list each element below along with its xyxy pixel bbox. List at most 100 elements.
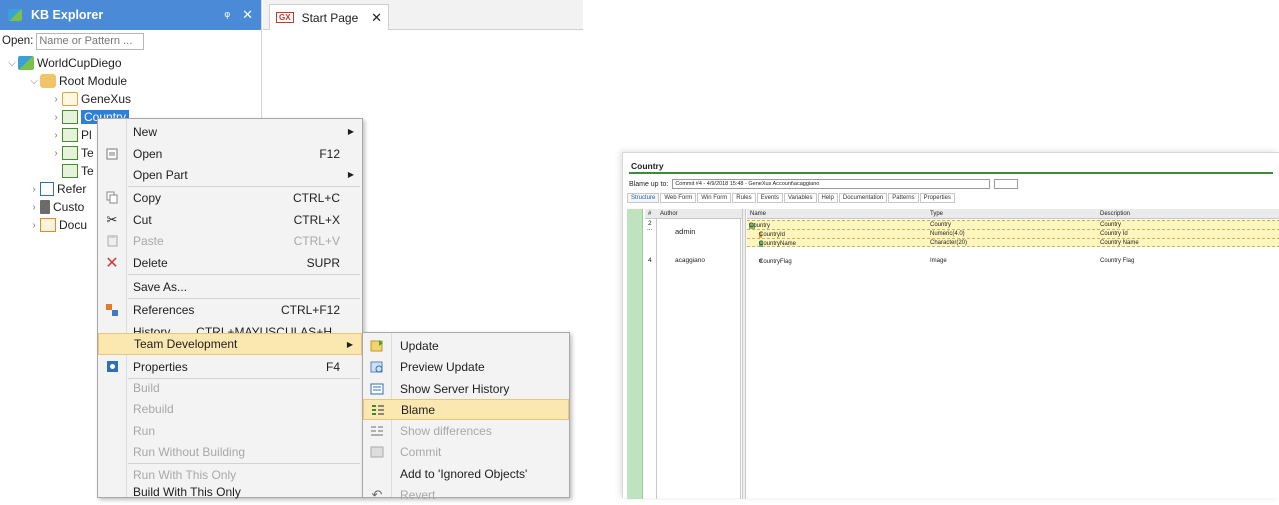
chevron-right-icon[interactable]: ›	[50, 112, 62, 123]
menu-label: Run Without Building	[133, 444, 246, 459]
chevron-right-icon[interactable]: ›	[50, 130, 62, 141]
menu-item-references[interactable]: References CTRL+F12	[98, 299, 362, 320]
menu-item-commit[interactable]: Commit	[363, 441, 569, 462]
open-search-input[interactable]	[36, 32, 145, 50]
tree-node-references[interactable]: › Refer	[28, 180, 86, 198]
menu-label: Rebuild	[133, 401, 174, 416]
menu-item-save-as[interactable]: Save As...	[98, 276, 362, 297]
menu-separator	[128, 274, 360, 275]
tree-node-root-module[interactable]: ⌵ Root Module	[28, 72, 127, 90]
team-development-submenu: Update Preview Update Show Server Histor…	[362, 332, 570, 502]
menu-shortcut: F12	[319, 146, 340, 161]
scissors-icon: ✂	[106, 211, 118, 227]
tab-variables[interactable]: Variables	[783, 193, 817, 203]
chevron-right-icon[interactable]: ›	[28, 202, 40, 213]
structure-row[interactable]: CountryName Character(20) Country Name	[747, 238, 1279, 247]
menu-item-open-part[interactable]: Open Part ▶	[98, 164, 362, 185]
menu-label: Run With This Only	[133, 467, 237, 482]
menu-item-paste[interactable]: Paste CTRL+V	[98, 230, 362, 251]
delete-icon: ✕	[105, 254, 119, 272]
menu-shortcut: F4	[325, 359, 340, 374]
menu-label: Save As...	[133, 279, 188, 294]
tree-node-genexus[interactable]: › GeneXus	[50, 90, 131, 108]
menu-item-update[interactable]: Update	[363, 335, 569, 356]
tab-rules[interactable]: Rules	[732, 193, 756, 203]
structure-row[interactable]: Country Country Country	[747, 220, 1279, 229]
menu-item-new[interactable]: New ▶	[98, 121, 362, 142]
commit-select[interactable]: Commit #4 - 4/9/2018 15:48 - GeneXus Acc…	[672, 179, 991, 189]
menu-item-team-development[interactable]: Team Development ▶	[98, 333, 362, 355]
transaction-icon	[62, 164, 78, 178]
chevron-right-icon[interactable]: ›	[28, 220, 40, 231]
close-icon[interactable]: ✕	[242, 7, 253, 23]
tree-node-te[interactable]: › Te	[50, 144, 94, 162]
tree-node-customization[interactable]: › Custo	[28, 198, 84, 216]
panel-splitter[interactable]	[742, 209, 746, 499]
menu-label: Build With This Only	[133, 484, 241, 499]
menu-item-build[interactable]: Build	[98, 377, 362, 398]
tree-node-kb[interactable]: ⌵ WorldCupDiego	[6, 54, 122, 72]
open-icon	[104, 146, 120, 162]
tree-node-pl[interactable]: › Pl	[50, 126, 92, 144]
menu-item-revert[interactable]: ↶ Revert	[363, 484, 569, 505]
menu-item-properties[interactable]: Properties F4	[98, 356, 362, 377]
chevron-down-icon[interactable]: ⌵	[6, 58, 18, 69]
author-column	[657, 209, 741, 499]
menu-label: New	[133, 124, 158, 139]
menu-item-open[interactable]: Open F12	[98, 143, 362, 164]
menu-item-cut[interactable]: ✂ Cut CTRL+X	[98, 209, 362, 230]
tab-structure[interactable]: Structure	[627, 193, 660, 203]
close-icon[interactable]: ✕	[371, 10, 382, 26]
transaction-icon	[62, 146, 78, 160]
commit-dots: ...	[647, 225, 653, 232]
folder-icon	[62, 92, 78, 106]
chevron-right-icon[interactable]: ›	[28, 184, 40, 195]
chevron-right-icon[interactable]: ›	[50, 148, 62, 159]
menu-item-run-without-building[interactable]: Run Without Building	[98, 441, 362, 462]
menu-label: Delete	[133, 255, 168, 270]
menu-shortcut: CTRL+V	[293, 233, 340, 248]
tab-patterns[interactable]: Patterns	[888, 193, 919, 203]
structure-row[interactable]: CountryFlag Image Country Flag	[747, 257, 1279, 266]
tree-node-te-2[interactable]: Te	[62, 162, 94, 180]
tab-win-form[interactable]: Win Form	[697, 193, 732, 203]
menu-item-run[interactable]: Run	[98, 420, 362, 441]
tree-label-genexus: GeneXus	[81, 92, 132, 106]
chevron-right-icon[interactable]: ›	[50, 94, 62, 105]
tab-properties[interactable]: Properties	[919, 193, 955, 203]
menu-label: Build	[133, 380, 160, 395]
menu-item-preview-update[interactable]: Preview Update	[363, 356, 569, 377]
tree-label-te: Te	[81, 146, 94, 160]
menu-item-add-ignored[interactable]: Add to 'Ignored Objects'	[363, 463, 569, 484]
author-name: admin	[675, 227, 696, 236]
chevron-down-icon[interactable]: ⌵	[28, 76, 40, 87]
tree-label-references: Refer	[57, 182, 87, 196]
tab-help[interactable]: Help	[817, 193, 838, 203]
tab-start-page[interactable]: GX Start Page ✕	[269, 4, 389, 30]
menu-item-show-server-history[interactable]: Show Server History	[363, 378, 569, 399]
pin-icon[interactable]: ᵠ	[224, 8, 230, 23]
tree-node-documentation[interactable]: › Docu	[28, 216, 87, 234]
structure-row[interactable]: CountryId Numeric(4.0) Country Id	[747, 229, 1279, 238]
properties-icon	[104, 359, 120, 375]
blame-object-title: Country	[631, 161, 664, 171]
menu-label: Add to 'Ignored Objects'	[400, 466, 528, 481]
references-icon	[40, 182, 54, 196]
menu-label: Commit	[400, 444, 442, 459]
menu-item-blame[interactable]: Blame	[363, 399, 569, 420]
commit-nav-buttons[interactable]	[994, 179, 1019, 189]
tree-label-pl: Pl	[81, 128, 92, 142]
row-type: Country	[930, 222, 952, 228]
commit-icon	[369, 444, 385, 460]
tab-documentation[interactable]: Documentation	[838, 193, 888, 203]
menu-item-build-with-this-only[interactable]: Build With This Only	[98, 481, 362, 502]
menu-item-delete[interactable]: ✕ Delete SUPR	[98, 252, 362, 273]
blame-up-to-row: Blame up to: Commit #4 - 4/9/2018 15:48 …	[629, 179, 1019, 189]
menu-item-show-differences[interactable]: Show differences	[363, 420, 569, 441]
tab-events[interactable]: Events	[756, 193, 783, 203]
menu-item-rebuild[interactable]: Rebuild	[98, 398, 362, 419]
tab-web-form[interactable]: Web Form	[660, 193, 697, 203]
tree-label-kb: WorldCupDiego	[37, 56, 122, 70]
menu-shortcut: SUPR	[306, 255, 340, 270]
menu-item-copy[interactable]: Copy CTRL+C	[98, 187, 362, 208]
